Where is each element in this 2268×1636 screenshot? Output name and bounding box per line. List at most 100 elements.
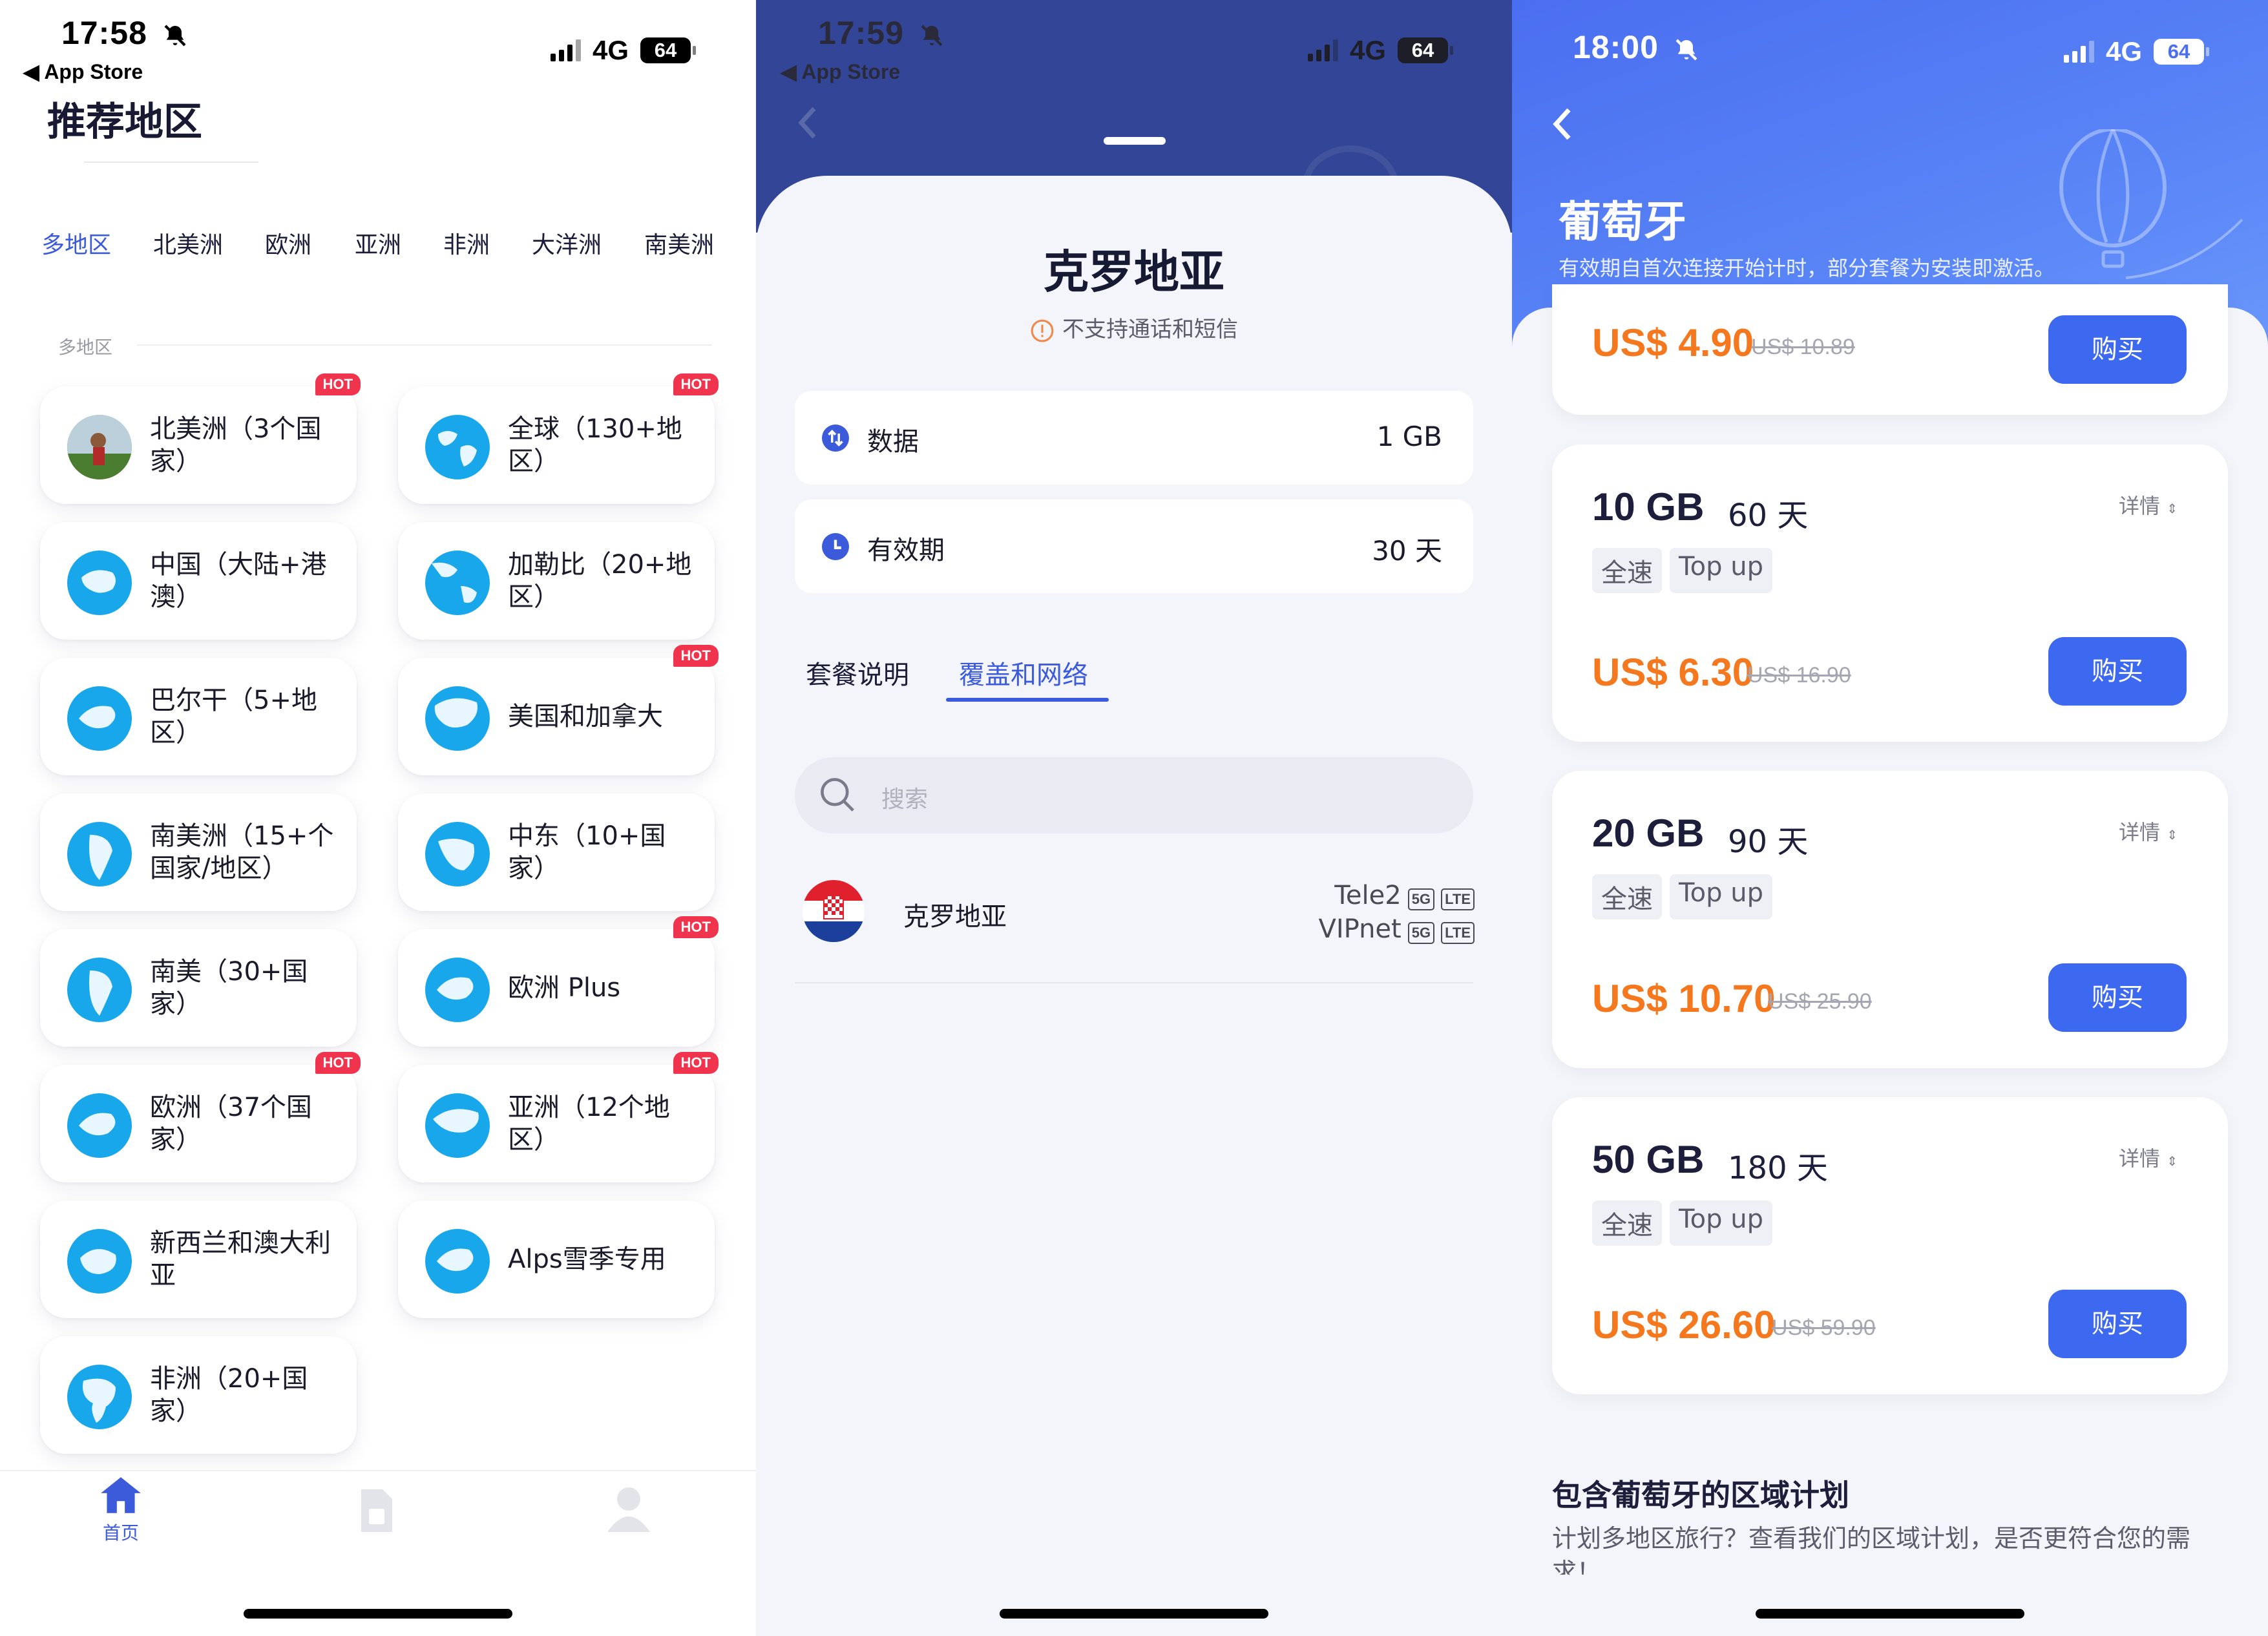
data-row: 数据 1 GB (795, 391, 1473, 485)
section-divider (137, 344, 712, 346)
back-to-app-store[interactable]: ◀ App Store (781, 59, 900, 84)
plan-detail-link[interactable]: 详情 ⇕ (2119, 816, 2178, 846)
caribbean-map-icon (425, 551, 490, 615)
regional-plans-description: 计划多地区旅行？查看我们的区域计划，是否更符合您的需求！ (1552, 1524, 2191, 1575)
card-label: 欧洲（37个国家） (150, 1093, 312, 1155)
region-card-asia[interactable]: HOT 亚洲（12个地区） (398, 1052, 719, 1182)
card-label: 南美（30+国家） (150, 957, 308, 1019)
home-icon (101, 1477, 141, 1513)
bell-slash-icon (921, 25, 943, 47)
tab-sim[interactable] (357, 1485, 397, 1538)
plan-days: 180 天 (1728, 1150, 1828, 1186)
region-tabs: 多地区 北美洲 欧洲 亚洲 非洲 大洋洲 南美洲 (0, 226, 756, 265)
tab-oceania[interactable]: 大洋洲 (532, 226, 602, 260)
plan-data: 20 GB (1592, 812, 1705, 855)
card-label: 非洲（20+国家） (150, 1364, 308, 1426)
buy-button[interactable]: 购买 (2048, 315, 2187, 384)
region-card-middle-east[interactable]: 中东（10+国家） (398, 793, 715, 911)
tab-home[interactable]: 首页 (97, 1471, 145, 1545)
buy-button[interactable]: 购买 (2048, 637, 2187, 706)
buy-button[interactable]: 购买 (2048, 1290, 2187, 1358)
buy-button[interactable]: 购买 (2048, 963, 2187, 1032)
europe-map-icon (67, 1093, 132, 1158)
card-label: 中国（大陆+港澳） (150, 550, 327, 612)
middle-east-map-icon (425, 822, 490, 886)
plan-tags: 全速 Top up (1592, 874, 1772, 919)
plan-tags: 全速 Top up (1592, 548, 1772, 593)
region-card-europe-37[interactable]: HOT 欧洲（37个国家） (40, 1052, 361, 1182)
region-card-china[interactable]: 中国（大陆+港澳） (40, 522, 357, 640)
screen-recommended-regions: 17:58 ◀ App Store 4G 64 推荐地区 多地区 北美洲 欧洲 … (0, 0, 756, 1636)
signal-icon (1308, 39, 1338, 61)
tab-north-america[interactable]: 北美洲 (153, 226, 223, 260)
status-time: 18:00 (1573, 28, 1699, 66)
plan-old-price: US$ 16.90 (1747, 663, 1851, 687)
home-indicator (244, 1609, 512, 1619)
region-card-global[interactable]: HOT 全球（130+地区） (398, 373, 719, 504)
region-card-north-america[interactable]: HOT 北美洲（3个国家） (40, 373, 361, 504)
tab-profile[interactable] (607, 1485, 650, 1535)
card-label: 中东（10+国家） (508, 821, 666, 883)
back-chevron-icon[interactable] (1548, 105, 1577, 143)
tab-europe[interactable]: 欧洲 (265, 226, 311, 260)
card-label: 加勒比（20+地区） (508, 550, 692, 612)
region-card-balkans[interactable]: 巴尔干（5+地区） (40, 658, 357, 775)
badge-lte: LTE (1441, 922, 1475, 944)
network-type: 4G (1350, 35, 1387, 65)
search-icon (821, 778, 854, 812)
battery-icon: 64 (1398, 37, 1454, 63)
region-card-alps[interactable]: Alps雪季专用 (398, 1201, 715, 1318)
region-card-caribbean[interactable]: 加勒比（20+地区） (398, 522, 715, 640)
tab-multi-region[interactable]: 多地区 (41, 226, 111, 260)
tag-full-speed: 全速 (1592, 1201, 1662, 1246)
region-card-europe-plus[interactable]: HOT 欧洲 Plus (398, 916, 719, 1047)
hot-air-balloon-icon (2059, 129, 2243, 279)
plan-detail-link[interactable]: 详情 ⇕ (2119, 490, 2178, 519)
plan-detail-link[interactable]: 详情 ⇕ (2119, 1142, 2178, 1172)
region-card-south-america-30[interactable]: 南美（30+国家） (40, 929, 357, 1047)
card-label: 巴尔干（5+地区） (150, 686, 317, 748)
south-america-map-icon (67, 958, 132, 1022)
plan-days: 90 天 (1728, 824, 1809, 860)
back-triangle-icon: ◀ (781, 60, 802, 83)
back-to-app-store[interactable]: ◀ App Store (23, 59, 143, 84)
croatia-flag-icon (803, 880, 865, 942)
bell-slash-icon (164, 25, 186, 47)
page-title: 推荐地区 (47, 100, 202, 145)
country-title: 葡萄牙 (1559, 197, 1686, 247)
region-card-south-america-15[interactable]: 南美洲（15+个国家/地区） (40, 793, 357, 911)
plan-card-20gb: 20 GB 90 天 详情 ⇕ 全速 Top up US$ 10.70 US$ … (1552, 771, 2228, 1068)
card-label: 欧洲 Plus (508, 973, 621, 1003)
europe-map-icon (425, 1229, 490, 1294)
regional-plans-title: 包含葡萄牙的区域计划 (1552, 1478, 1849, 1513)
data-value: 1 GB (1376, 421, 1442, 452)
carrier-row: VIPnet 5G LTE (1318, 912, 1475, 946)
clock-icon (822, 533, 849, 560)
china-map-icon (67, 551, 132, 615)
card-label: 北美洲（3个国家） (150, 414, 322, 476)
plan-card-10gb: 10 GB 60 天 详情 ⇕ 全速 Top up US$ 6.30 US$ 1… (1552, 445, 2228, 742)
region-card-africa[interactable]: 非洲（20+国家） (40, 1336, 357, 1454)
back-chevron-icon[interactable] (795, 103, 821, 142)
region-card-nz-australia[interactable]: 新西兰和澳大利亚 (40, 1201, 357, 1318)
card-label: 美国和加拿大 (508, 702, 663, 731)
screen-croatia-plan: 17:59 ◀ App Store 4G 64 克罗地亚 不支持通话和短信 数据… (756, 0, 1512, 1636)
sheet-grabber[interactable] (1104, 137, 1166, 145)
plan-tags: 全速 Top up (1592, 1201, 1772, 1246)
tab-africa[interactable]: 非洲 (443, 226, 490, 260)
warning-text: 不支持通话和短信 (1062, 317, 1238, 342)
search-field[interactable]: 搜索 (795, 757, 1473, 834)
card-label: 新西兰和澳大利亚 (150, 1228, 331, 1290)
badge-lte: LTE (1441, 888, 1475, 910)
tab-coverage-network[interactable]: 覆盖和网络 (959, 654, 1088, 691)
status-time: 17:59 (818, 14, 945, 52)
badge-5g: 5G (1407, 922, 1435, 944)
section-header: 多地区 (58, 337, 113, 358)
tab-plan-description[interactable]: 套餐说明 (806, 654, 909, 691)
australia-map-icon (67, 1229, 132, 1294)
tab-asia[interactable]: 亚洲 (355, 226, 401, 260)
plan-price: US$ 26.60 (1592, 1303, 1776, 1347)
region-card-us-canada[interactable]: HOT 美国和加拿大 (398, 645, 719, 775)
tab-south-america[interactable]: 南美洲 (644, 226, 714, 260)
status-indicators: 4G 64 (1308, 35, 1454, 66)
